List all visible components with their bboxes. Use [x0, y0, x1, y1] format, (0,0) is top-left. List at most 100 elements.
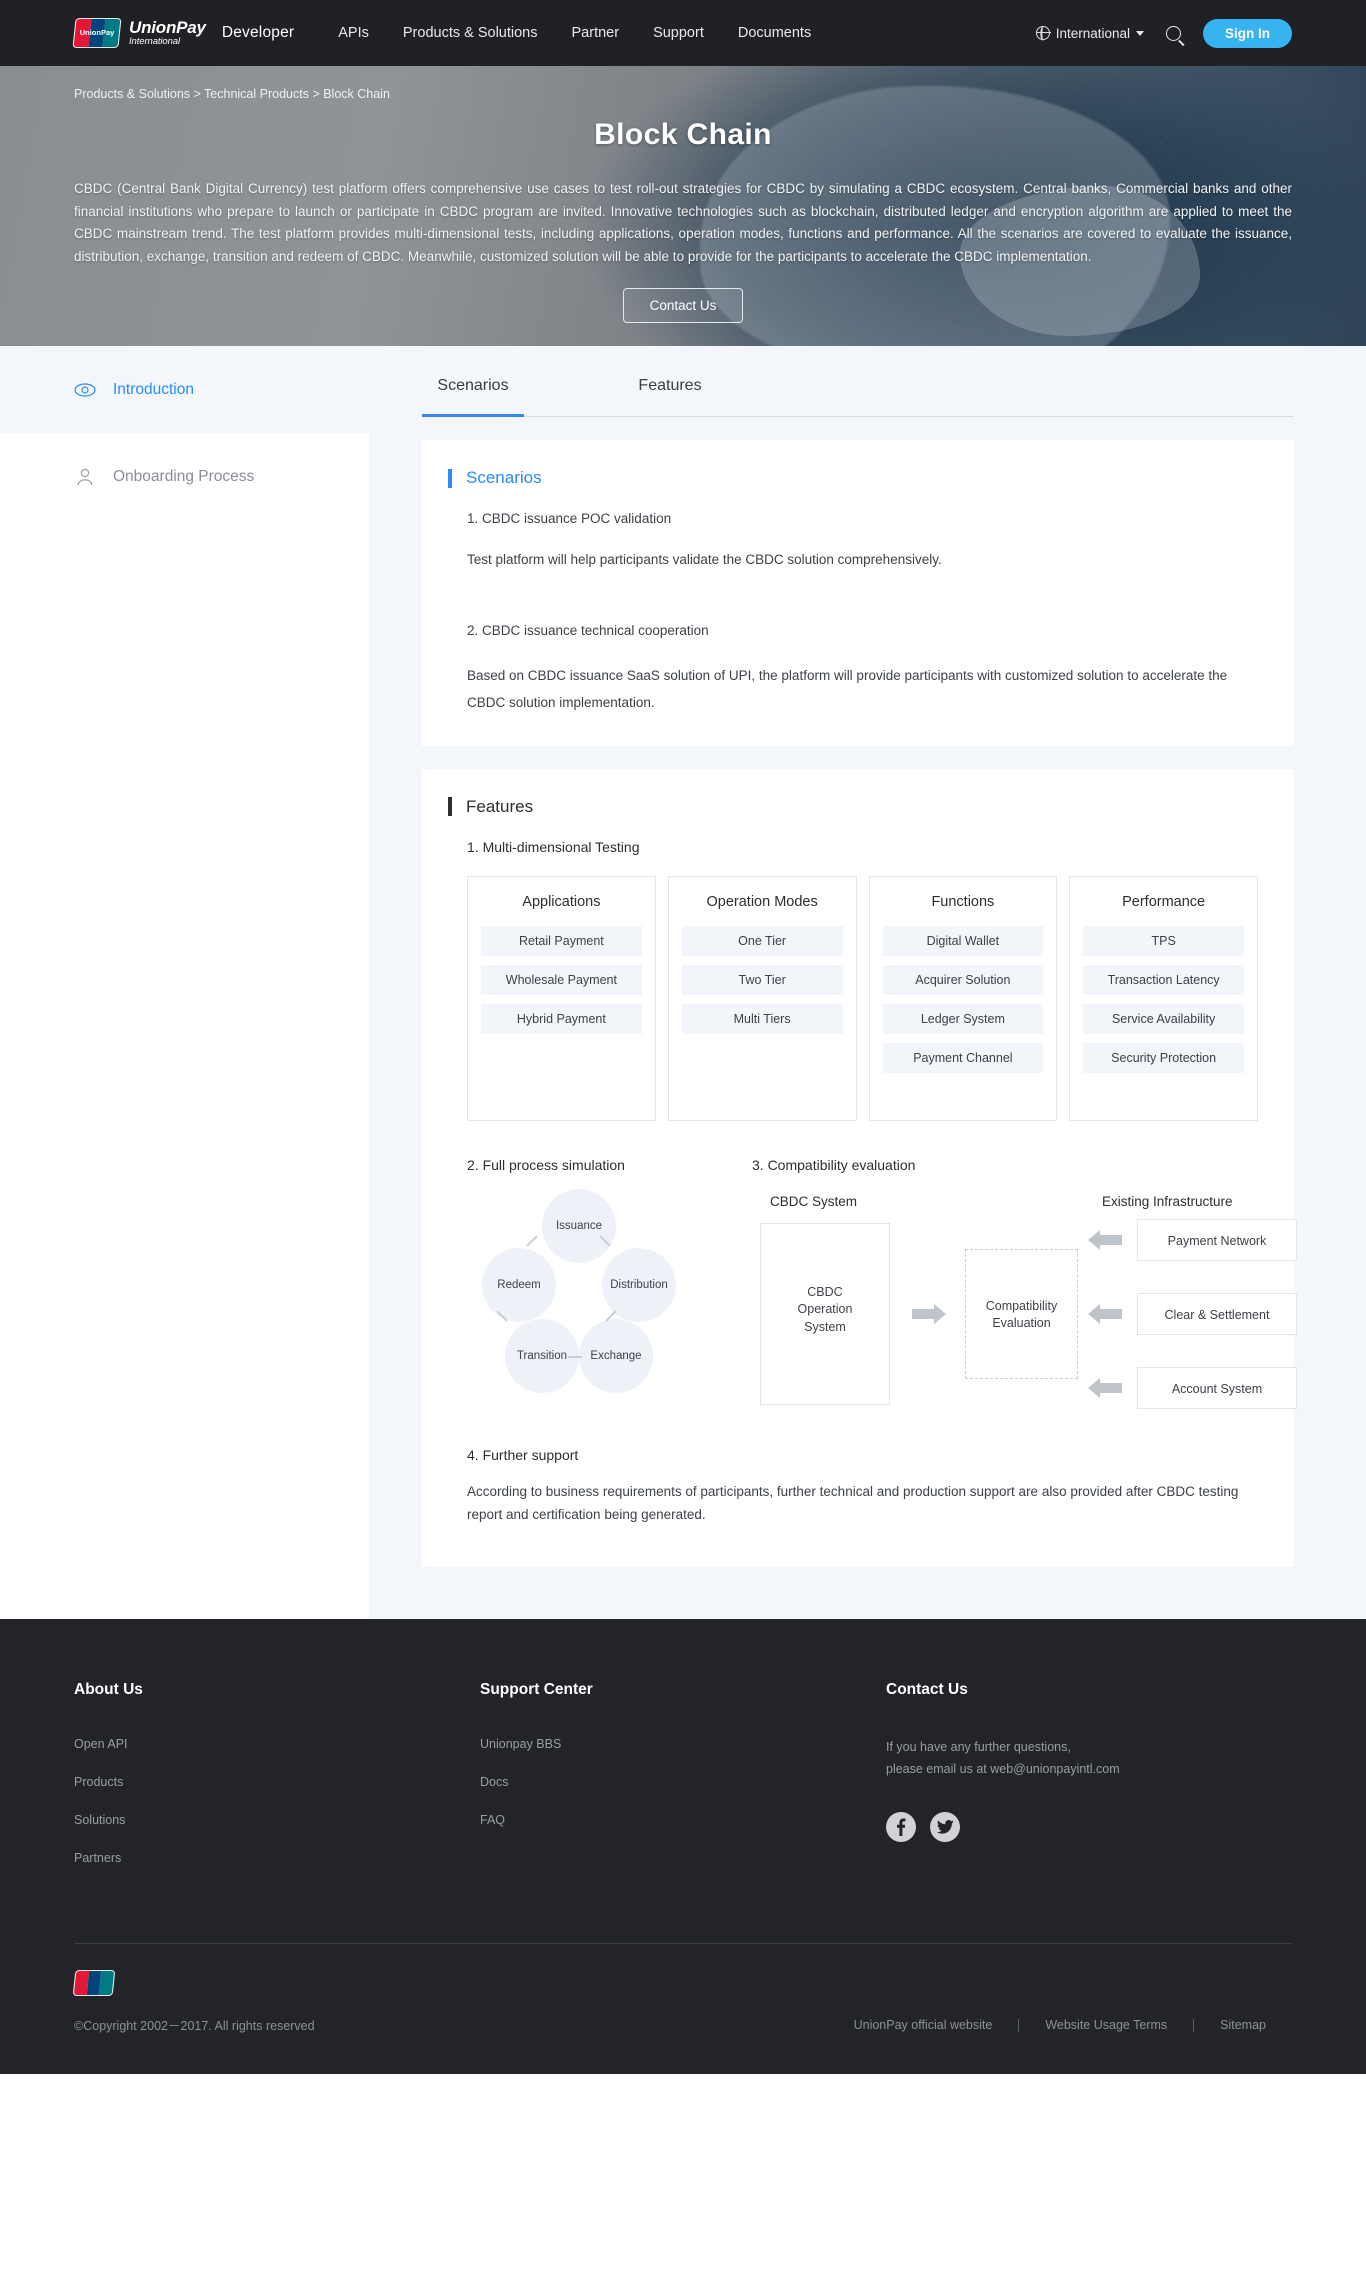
- chip: Payment Channel: [882, 1042, 1044, 1073]
- footer-link-docs[interactable]: Docs: [480, 1775, 886, 1789]
- footer-column-heading: Support Center: [480, 1681, 593, 1699]
- column-header: Operation Modes: [706, 893, 818, 910]
- compat-left-box-label: CBDC Operation System: [760, 1284, 890, 1337]
- arrow-left-icon: [1088, 1377, 1122, 1398]
- compat-left-box-line1: CBDC: [807, 1284, 843, 1299]
- footer-link-products[interactable]: Products: [74, 1775, 480, 1789]
- chip: Two Tier: [681, 964, 843, 995]
- footer-link-partners[interactable]: Partners: [74, 1851, 480, 1865]
- locale-label: International: [1055, 25, 1130, 41]
- feature-2-title: 2. Full process simulation: [467, 1156, 625, 1173]
- compat-right-box-2-label: Clear & Settlement: [1164, 1307, 1270, 1322]
- section-title: Features: [466, 796, 534, 816]
- footer-link-faq[interactable]: FAQ: [480, 1813, 886, 1827]
- logo-line-1: UnionPay: [129, 18, 206, 38]
- compat-left-box-line2: Operation: [797, 1302, 853, 1317]
- cycle-arrow: [568, 1355, 582, 1358]
- chip: Security Protection: [1083, 1042, 1244, 1073]
- sidebar-item-onboarding-process[interactable]: Onboarding Process: [0, 433, 369, 520]
- footer-bottom-link-sitemap[interactable]: Sitemap: [1194, 2018, 1292, 2032]
- chip: Service Availability: [1083, 1003, 1244, 1034]
- column-applications: Applications Retail Payment Wholesale Pa…: [467, 875, 656, 1121]
- hero-banner: Products & Solutions > Technical Product…: [0, 66, 1366, 346]
- chip: TPS: [1083, 925, 1244, 956]
- nav-item-apis[interactable]: APIs: [338, 25, 369, 41]
- compat-center-line2: Evaluation: [992, 1316, 1051, 1331]
- column-operation-modes: Operation Modes One Tier Two Tier Multi …: [667, 875, 857, 1121]
- cycle-node-issuance: Issuance: [542, 1188, 616, 1263]
- feature-4-body: According to business requirements of pa…: [467, 1483, 1239, 1523]
- chevron-down-icon: [1136, 30, 1144, 36]
- nav-item-products-solutions[interactable]: Products & Solutions: [403, 25, 538, 41]
- column-header: Functions: [931, 893, 995, 910]
- page-title: Block Chain: [594, 118, 772, 151]
- feature-1-title: 1. Multi-dimensional Testing: [467, 838, 640, 855]
- footer-link-unionpay-bbs[interactable]: Unionpay BBS: [480, 1737, 886, 1751]
- eye-icon: [74, 379, 96, 401]
- compat-right-box-1-label: Payment Network: [1167, 1233, 1267, 1248]
- twitter-icon[interactable]: [930, 1812, 960, 1843]
- tab-features[interactable]: Features: [619, 377, 721, 417]
- feature-3-title: 3. Compatibility evaluation: [752, 1156, 916, 1173]
- contact-line-1: If you have any further questions,: [886, 1740, 1071, 1755]
- sign-in-button[interactable]: Sign In: [1203, 18, 1292, 48]
- site-footer: About Us Open API Products Solutions Par…: [0, 1619, 1366, 2075]
- tab-divider: [422, 416, 1294, 417]
- nav-item-support[interactable]: Support: [653, 25, 704, 41]
- facebook-icon[interactable]: [886, 1812, 916, 1843]
- arrow-left-icon: [1088, 1303, 1122, 1324]
- features-card: Features 1. Multi-dimensional Testing Ap…: [422, 768, 1297, 1568]
- breadcrumb[interactable]: Products & Solutions > Technical Product…: [74, 66, 1292, 101]
- section-title: Scenarios: [466, 468, 542, 487]
- user-icon: [74, 466, 96, 488]
- compatibility-diagram: CBDC System Existing Infrastructure CBDC…: [752, 1186, 1297, 1411]
- cycle-node-exchange: Exchange: [579, 1318, 653, 1393]
- scenario-2-body: Based on CBDC issuance SaaS solution of …: [467, 667, 1228, 710]
- footer-bottom-link-usage-terms[interactable]: Website Usage Terms: [1019, 2018, 1193, 2032]
- footer-column-heading: About Us: [74, 1681, 143, 1699]
- compat-center-box-label: Compatibility Evaluation: [965, 1298, 1078, 1333]
- full-process-simulation-block: 2. Full process simulation Issuance Dist…: [467, 1157, 745, 1411]
- footer-unionpay-mark-icon: [72, 1970, 315, 1997]
- brand-logo[interactable]: UnionPay UnionPay International Develope…: [72, 18, 295, 48]
- chip: Hybrid Payment: [481, 1003, 642, 1034]
- locale-selector[interactable]: International: [1035, 25, 1144, 41]
- nav-item-partner[interactable]: Partner: [572, 25, 620, 41]
- footer-link-open-api[interactable]: Open API: [74, 1737, 480, 1751]
- contact-us-button[interactable]: Contact Us: [622, 287, 744, 323]
- footer-link-solutions[interactable]: Solutions: [74, 1813, 480, 1827]
- features-heading: Features: [448, 797, 1258, 817]
- cycle-arrow: [526, 1235, 538, 1247]
- footer-column-about-us: About Us Open API Products Solutions Par…: [74, 1681, 480, 1889]
- search-icon[interactable]: [1166, 25, 1181, 41]
- compat-center-line1: Compatibility: [985, 1298, 1058, 1313]
- sidebar-item-label: Introduction: [113, 380, 194, 398]
- footer-bottom-link-official-website[interactable]: UnionPay official website: [828, 2018, 1019, 2032]
- sidebar-item-label: Onboarding Process: [113, 467, 255, 485]
- sidebar: Introduction Onboarding Process: [0, 346, 369, 1620]
- arrow-right-icon: [912, 1303, 946, 1324]
- tab-scenarios[interactable]: Scenarios: [422, 377, 524, 417]
- chip: Multi Tiers: [681, 1003, 843, 1034]
- hero-description: CBDC (Central Bank Digital Currency) tes…: [74, 181, 1292, 265]
- chip: Wholesale Payment: [481, 964, 642, 995]
- developer-label: Developer: [221, 24, 295, 41]
- unionpay-mark-icon: UnionPay: [72, 18, 122, 48]
- section-accent-bar: [448, 468, 452, 488]
- globe-icon: [1035, 26, 1051, 40]
- scenario-2-title: 2. CBDC issuance technical cooperation: [467, 622, 709, 638]
- main-navigation: APIs Products & Solutions Partner Suppor…: [338, 25, 811, 41]
- tab-label: Scenarios: [437, 377, 509, 394]
- nav-item-documents[interactable]: Documents: [738, 25, 811, 41]
- tab-label: Features: [638, 377, 702, 394]
- chip: Acquirer Solution: [882, 964, 1044, 995]
- compat-left-box-line3: System: [804, 1319, 846, 1334]
- tab-bar: Scenarios Features: [422, 346, 1294, 417]
- column-functions: Functions Digital Wallet Acquirer Soluti…: [868, 875, 1058, 1121]
- further-support-block: 4. Further support According to business…: [467, 1447, 1258, 1527]
- sidebar-item-introduction[interactable]: Introduction: [0, 346, 369, 433]
- compatibility-evaluation-block: 3. Compatibility evaluation CBDC System …: [745, 1156, 1297, 1411]
- footer-column-heading: Contact Us: [886, 1681, 968, 1699]
- footer-column-contact-us: Contact Us If you have any further quest…: [886, 1681, 1120, 1889]
